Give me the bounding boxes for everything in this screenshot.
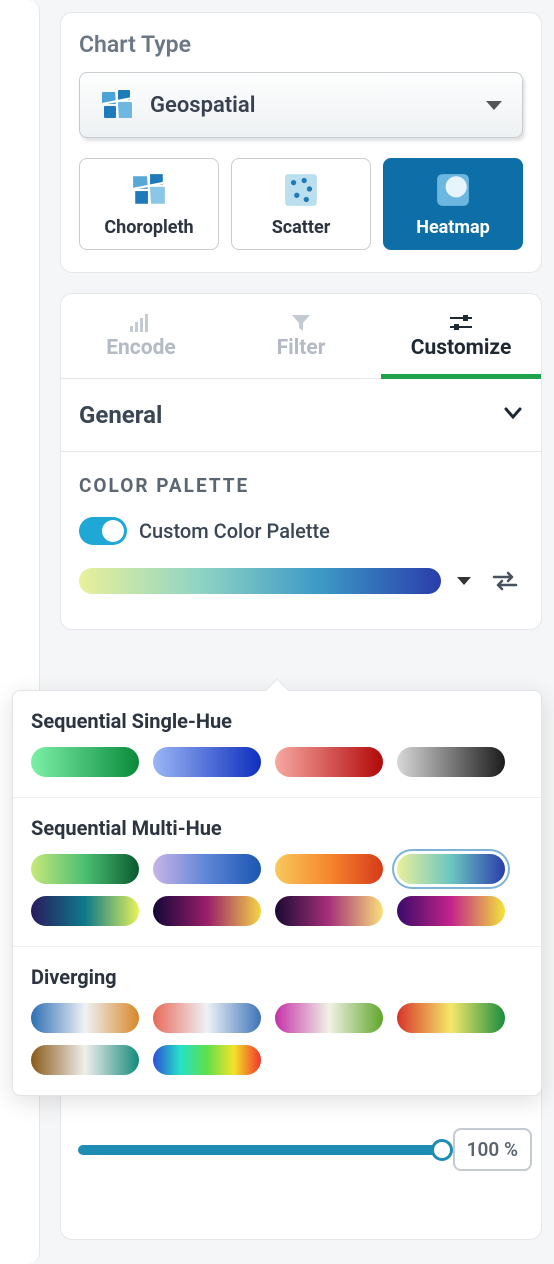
custom-palette-toggle[interactable] <box>79 517 127 545</box>
palette-swatch[interactable] <box>31 896 139 926</box>
color-palette-label: COLOR PALETTE <box>79 474 523 497</box>
choropleth-icon <box>130 171 168 209</box>
heatmap-icon <box>434 171 472 209</box>
palette-swatch[interactable] <box>397 854 505 884</box>
caret-down-icon <box>457 577 471 585</box>
palette-section: Sequential Single-Hue <box>13 691 541 798</box>
sliders-icon <box>381 314 541 332</box>
tab-label: Encode <box>106 336 176 360</box>
opacity-value-input[interactable]: 100 % <box>453 1128 532 1171</box>
opacity-control: 100 % <box>78 1128 532 1171</box>
tab-filter[interactable]: Filter <box>221 294 381 378</box>
reverse-palette-button[interactable] <box>487 563 523 599</box>
encode-icon <box>61 314 221 332</box>
filter-icon <box>221 314 381 332</box>
palette-swatch[interactable] <box>275 1003 383 1033</box>
geospatial-icon <box>98 86 136 124</box>
tab-label: Filter <box>277 336 326 360</box>
palette-swatch[interactable] <box>31 854 139 884</box>
palette-dropdown[interactable] <box>79 568 441 594</box>
palette-swatch[interactable] <box>397 747 505 777</box>
palette-section-title: Sequential Single-Hue <box>31 709 523 733</box>
palette-section-title: Diverging <box>31 965 523 989</box>
subtype-label: Heatmap <box>416 217 490 238</box>
section-title: General <box>79 401 162 429</box>
slider-thumb[interactable] <box>431 1139 453 1161</box>
customize-panel: Encode Filter Customize General CO <box>60 293 542 630</box>
palette-swatch[interactable] <box>397 896 505 926</box>
subtype-label: Scatter <box>272 217 331 238</box>
swatch-row <box>31 854 523 884</box>
palette-section-title: Sequential Multi-Hue <box>31 816 523 840</box>
chevron-down-icon <box>503 403 523 427</box>
tab-encode[interactable]: Encode <box>61 294 221 378</box>
chart-type-title: Chart Type <box>79 31 523 58</box>
subtype-scatter[interactable]: Scatter <box>231 158 371 250</box>
palette-swatch[interactable] <box>31 1003 139 1033</box>
palette-swatch[interactable] <box>31 1045 139 1075</box>
palette-section: Diverging <box>13 947 541 1095</box>
palette-swatch[interactable] <box>153 1003 261 1033</box>
swatch-row <box>31 747 523 777</box>
palette-swatch[interactable] <box>397 1003 505 1033</box>
section-general-header[interactable]: General <box>61 379 541 452</box>
chevron-down-icon <box>486 101 502 110</box>
opacity-slider[interactable] <box>78 1145 443 1155</box>
palette-swatch[interactable] <box>275 896 383 926</box>
palette-swatch[interactable] <box>275 854 383 884</box>
palette-popover: Sequential Single-Hue Sequential Multi-Hu… <box>12 690 542 1096</box>
tab-row: Encode Filter Customize <box>61 294 541 379</box>
swatch-row <box>31 896 523 926</box>
palette-swatch[interactable] <box>31 747 139 777</box>
swatch-row <box>31 1003 523 1033</box>
subtype-heatmap[interactable]: Heatmap <box>383 158 523 250</box>
chart-type-card: Chart Type Geospatial Choropleth Scatter <box>60 12 542 273</box>
palette-swatch[interactable] <box>153 896 261 926</box>
section-general-body: COLOR PALETTE Custom Color Palette <box>61 452 541 629</box>
tab-customize[interactable]: Customize <box>381 294 541 378</box>
swatch-row <box>31 1045 523 1075</box>
chart-type-selected-label: Geospatial <box>150 93 255 118</box>
tab-label: Customize <box>411 336 512 360</box>
subtype-label: Choropleth <box>104 217 193 238</box>
palette-swatch[interactable] <box>153 747 261 777</box>
palette-swatch[interactable] <box>153 1045 261 1075</box>
chart-type-dropdown[interactable]: Geospatial <box>79 72 523 138</box>
palette-swatch[interactable] <box>275 747 383 777</box>
subtype-choropleth[interactable]: Choropleth <box>79 158 219 250</box>
scatter-map-icon <box>282 171 320 209</box>
palette-section: Sequential Multi-Hue <box>13 798 541 947</box>
custom-palette-toggle-label: Custom Color Palette <box>139 519 330 543</box>
palette-swatch[interactable] <box>153 854 261 884</box>
